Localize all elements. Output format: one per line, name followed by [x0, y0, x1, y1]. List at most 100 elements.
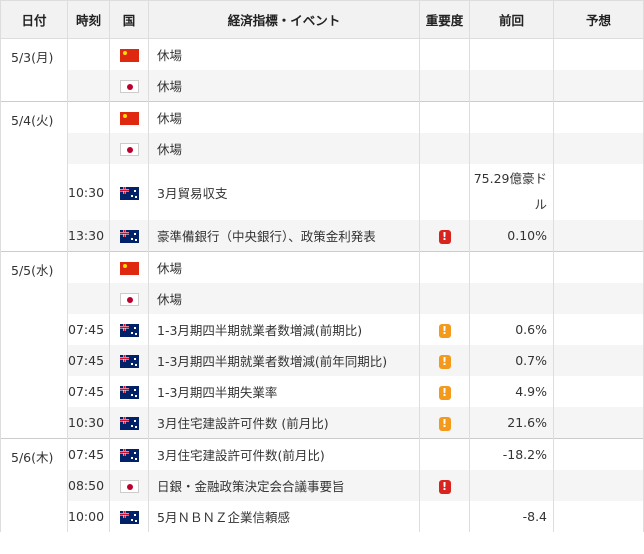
event-cell: 1-3月期四半期失業率: [148, 376, 420, 407]
header-importance: 重要度: [419, 0, 470, 39]
country-cell: [109, 133, 149, 164]
forecast-cell: [553, 101, 644, 133]
table-row: 08:50 日銀・金融政策決定会合議事要旨!: [1, 470, 644, 501]
economic-calendar-table: 日付 時刻 国 経済指標・イベント 重要度 前回 予想 5/3(月) 休場 休場 5/…: [0, 0, 644, 532]
time-cell: [67, 70, 110, 102]
event-cell: 日銀・金融政策決定会合議事要旨: [148, 470, 420, 501]
china-flag-icon: [119, 49, 139, 62]
previous-cell: 4.9%: [469, 376, 554, 407]
country-cell: [109, 376, 149, 407]
table-row: 5/3(月) 休場: [0, 38, 644, 102]
importance-cell: [419, 283, 470, 314]
country-cell: [109, 501, 149, 532]
table-row: 13:30 豪準備銀行（中央銀行）、政策金利発表! 0.10%: [1, 220, 644, 252]
table-row: 07:45 1-3月期四半期就業者数増減(前期比)! 0.6%: [1, 314, 644, 345]
date-cell: 5/5(水): [0, 251, 68, 439]
forecast-cell: [553, 470, 644, 501]
event-cell: 3月貿易収支: [148, 164, 420, 220]
time-cell: [67, 283, 110, 314]
china-flag-icon: [119, 262, 139, 275]
forecast-cell: [553, 376, 644, 407]
importance-cell: !: [419, 314, 470, 345]
event-cell: 3月住宅建設許可件数 (前月比): [148, 407, 420, 439]
time-cell: 13:30: [67, 220, 110, 252]
table-row: 10:30 3月住宅建設許可件数 (前月比)! 21.6%: [1, 407, 644, 439]
importance-cell: [419, 164, 470, 220]
australia-flag-icon: [119, 324, 139, 337]
high-importance-icon: !: [438, 229, 451, 244]
previous-cell: [469, 133, 554, 164]
time-cell: 07:45: [67, 345, 110, 376]
table-row: 5/5(水) 休場: [0, 251, 644, 439]
forecast-cell: [553, 314, 644, 345]
header-forecast: 予想: [553, 0, 644, 39]
japan-flag-icon: [119, 293, 139, 306]
time-cell: [67, 251, 110, 283]
importance-cell: [419, 133, 470, 164]
importance-cell: [419, 438, 470, 470]
table-row: 休場: [1, 70, 644, 102]
table-row: 10:00 5月ＮＢＮＺ企業信頼感 -8.4: [1, 501, 644, 532]
forecast-cell: [553, 164, 644, 220]
importance-cell: [419, 501, 470, 532]
australia-flag-icon: [119, 511, 139, 524]
previous-cell: 75.29億豪ドル: [469, 164, 554, 220]
forecast-cell: [553, 345, 644, 376]
time-cell: [67, 38, 110, 70]
event-cell: 休場: [148, 101, 420, 133]
importance-cell: !: [419, 220, 470, 252]
time-cell: 10:30: [67, 407, 110, 439]
australia-flag-icon: [119, 417, 139, 430]
importance-cell: !: [419, 345, 470, 376]
medium-importance-icon: !: [438, 323, 451, 338]
japan-flag-icon: [119, 80, 139, 93]
country-cell: [109, 38, 149, 70]
previous-cell: -8.4: [469, 501, 554, 532]
country-cell: [109, 438, 149, 470]
country-cell: [109, 314, 149, 345]
time-cell: [67, 133, 110, 164]
previous-cell: [469, 70, 554, 102]
previous-cell: [469, 101, 554, 133]
importance-cell: !: [419, 407, 470, 439]
calendar-body: 5/3(月) 休場 休場 5/4(火) 休場 休場 10:30 3月貿易収支 75.29億豪ドル…: [0, 38, 644, 532]
event-cell: 1-3月期四半期就業者数増減(前年同期比): [148, 345, 420, 376]
high-importance-icon: !: [438, 479, 451, 494]
previous-cell: 0.7%: [469, 345, 554, 376]
australia-flag-icon: [119, 186, 139, 200]
forecast-cell: [553, 251, 644, 283]
previous-cell: -18.2%: [469, 438, 554, 470]
table-row: 07:45 1-3月期四半期就業者数増減(前年同期比)! 0.7%: [1, 345, 644, 376]
country-cell: [109, 101, 149, 133]
china-flag-icon: [119, 112, 139, 125]
country-cell: [109, 470, 149, 501]
forecast-cell: [553, 407, 644, 439]
forecast-cell: [553, 70, 644, 102]
header-date: 日付: [0, 0, 68, 39]
date-cell: 5/6(木): [0, 438, 68, 532]
date-cell: 5/3(月): [0, 38, 68, 102]
table-row: 5/4(火) 休場: [0, 101, 644, 252]
medium-importance-icon: !: [438, 416, 451, 431]
japan-flag-icon: [119, 480, 139, 493]
event-cell: 休場: [148, 283, 420, 314]
time-cell: 07:45: [67, 314, 110, 345]
medium-importance-icon: !: [438, 385, 451, 400]
forecast-cell: [553, 501, 644, 532]
previous-cell: [469, 283, 554, 314]
country-cell: [109, 220, 149, 252]
event-cell: 休場: [148, 133, 420, 164]
forecast-cell: [553, 283, 644, 314]
event-cell: 休場: [148, 251, 420, 283]
forecast-cell: [553, 133, 644, 164]
country-cell: [109, 70, 149, 102]
header-country: 国: [109, 0, 149, 39]
australia-flag-icon: [119, 355, 139, 368]
country-cell: [109, 251, 149, 283]
previous-cell: [469, 38, 554, 70]
header-event: 経済指標・イベント: [148, 0, 420, 39]
japan-flag-icon: [119, 143, 139, 156]
header-row: 日付 時刻 国 経済指標・イベント 重要度 前回 予想: [0, 0, 644, 39]
event-cell: 休場: [148, 70, 420, 102]
time-cell: [67, 101, 110, 133]
